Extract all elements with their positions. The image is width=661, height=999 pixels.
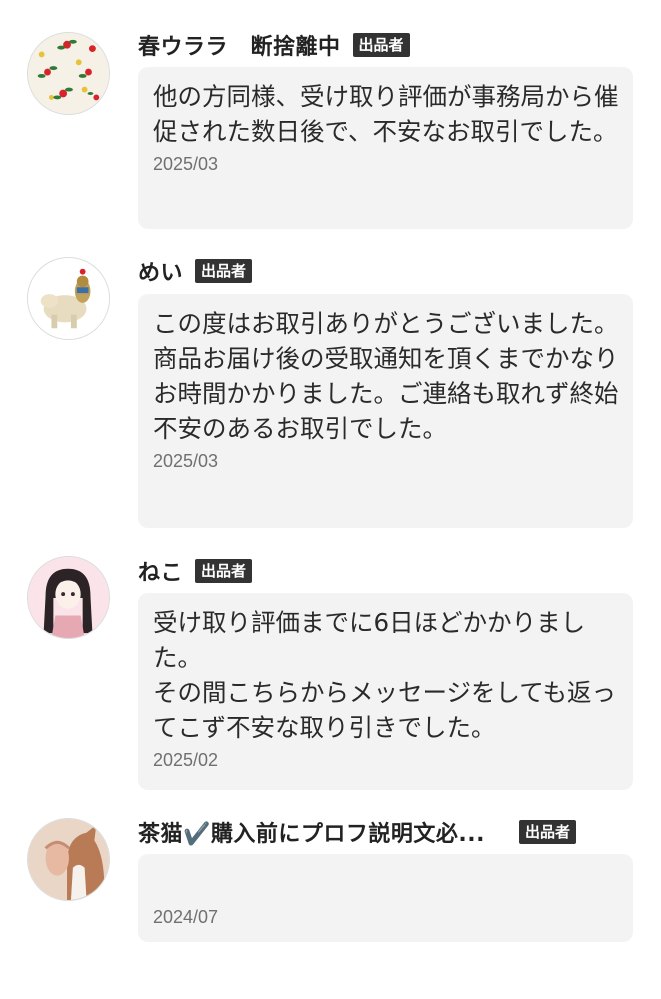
cat-avatar-icon xyxy=(28,819,109,900)
review-comment: この度はお取引ありがとうございました。 商品お届け後の受取通知を頂くまでかなりお… xyxy=(153,309,619,443)
cutoff-previous-comment: 〜〜〜〜〜〜〜〜〜〜〜〜 xyxy=(140,0,620,8)
review-date: 2025/02 xyxy=(153,750,219,770)
reviewer-avatar[interactable] xyxy=(27,818,110,901)
reviewer-name[interactable]: ねこ xyxy=(138,555,183,587)
reviewer-avatar[interactable] xyxy=(27,556,110,639)
review-comment: 他の方同様、受け取り評価が事務局から催促された数日後で、不安なお取引でした。 xyxy=(153,82,619,146)
figurine-avatar-icon xyxy=(28,258,109,339)
anime-girl-avatar-icon xyxy=(28,557,109,638)
reviewer-name[interactable]: 春ウララ 断捨離中 xyxy=(138,29,341,61)
comment-bubble: 他の方同様、受け取り評価が事務局から催促された数日後で、不安なお取引でした。 2… xyxy=(138,67,633,229)
reviewer-name[interactable]: 茶猫✔️購入前にプロフ説明文必... xyxy=(138,816,485,848)
seller-badge: 出品者 xyxy=(352,33,410,57)
seller-badge: 出品者 xyxy=(195,559,253,583)
reviewer-avatar[interactable] xyxy=(27,257,110,340)
review-date: 2025/03 xyxy=(153,154,219,174)
comment-bubble: 受け取り評価までに6日ほどかかりました。 その間こちらからメッセージをしても返っ… xyxy=(138,593,633,790)
review-comment: 受け取り評価までに6日ほどかかりました。 その間こちらからメッセージをしても返っ… xyxy=(153,608,617,742)
comment-bubble: この度はお取引ありがとうございました。 商品お届け後の受取通知を頂くまでかなりお… xyxy=(138,294,633,528)
flower-pattern-avatar-icon xyxy=(28,33,109,114)
comment-bubble: 2024/07 xyxy=(138,854,633,942)
reviewer-name[interactable]: めい xyxy=(138,255,183,287)
reviewer-avatar[interactable] xyxy=(27,32,110,115)
seller-badge: 出品者 xyxy=(518,820,576,844)
review-date: 2025/03 xyxy=(153,451,219,471)
seller-badge: 出品者 xyxy=(195,259,253,283)
review-date: 2024/07 xyxy=(153,907,219,927)
